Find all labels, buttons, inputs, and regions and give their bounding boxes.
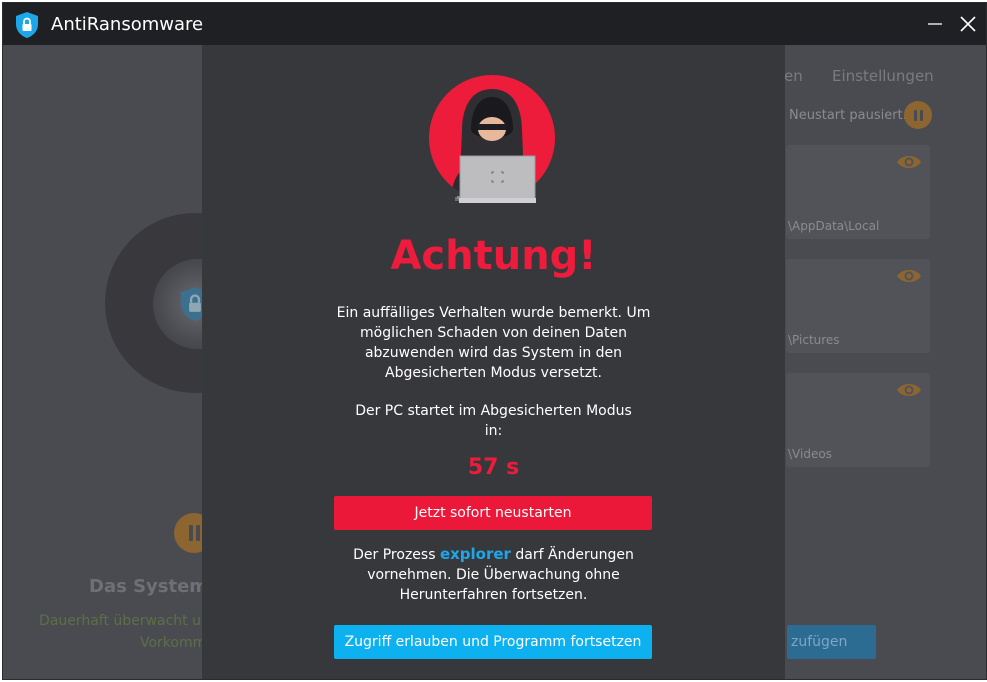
pause-icon [913,109,923,121]
laptop-icon [459,155,536,203]
process-prefix: Der Prozess [353,547,436,563]
minimize-icon [928,23,942,25]
minimize-button[interactable] [919,9,951,39]
countdown-timer: 57 s [467,455,520,480]
allow-access-button[interactable]: Zugriff erlauben und Programm fortsetzen [334,625,652,659]
app-window: AntiRansomware en Einstellungen Neustart… [2,2,987,680]
shield-lock-icon [14,11,40,39]
pause-status-text: Neustart pausiert. [789,108,907,123]
monitored-folder-card: \Pictures [786,259,930,353]
tab-settings: Einstellungen [832,67,934,85]
warning-title: Achtung! [390,233,597,279]
eye-icon [896,153,922,175]
status-subtext: Dauerhaft überwacht u [39,613,201,629]
pause-icon [188,525,200,541]
countdown-label: Der PC startet im Abgesicherten Modus in… [355,403,632,439]
restart-now-button[interactable]: Jetzt sofort neustarten [334,496,652,530]
eye-icon [896,267,922,289]
process-name: explorer [439,545,511,563]
folder-path: \Videos [788,447,832,461]
status-heading: Das System i [89,576,221,597]
add-folder-button: zufügen [787,625,876,659]
app-title: AntiRansomware [51,14,204,35]
status-subtext: Vorkomm [140,635,207,651]
warning-dialog: Achtung! Ein auffälliges Verhalten wurde… [202,45,785,679]
folder-path: \Pictures [788,333,840,347]
close-button[interactable] [952,9,984,39]
monitored-folder-card: \AppData\Local [786,145,930,239]
pause-button-small [904,101,932,129]
close-icon [960,16,976,32]
eye-icon [896,381,922,403]
warning-message: Ein auffälliges Verhalten wurde bemerkt.… [336,305,651,381]
monitored-folder-card: \Videos [786,373,930,467]
tab-background-1: en [784,67,803,85]
folder-path: \AppData\Local [788,219,880,233]
process-info: Der Prozess explorer darf Änderungen vor… [332,544,655,605]
title-bar: AntiRansomware [3,3,986,45]
